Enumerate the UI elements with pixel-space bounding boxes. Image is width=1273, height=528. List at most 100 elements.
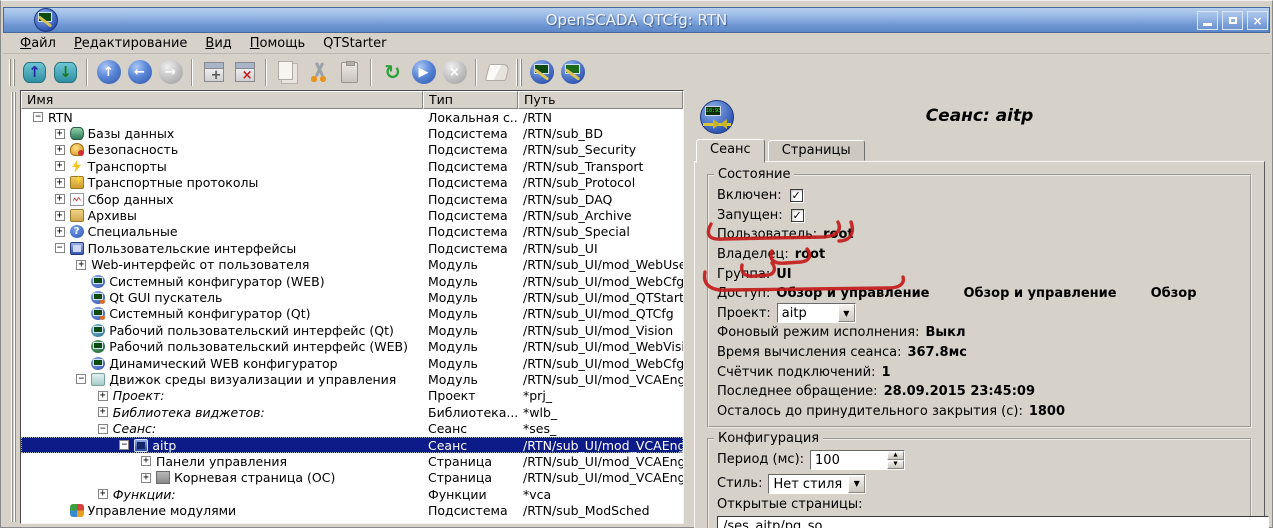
expand-icon[interactable]: + <box>55 211 65 221</box>
toolbar-button-copy-icon[interactable] <box>273 58 302 87</box>
tab-Страницы[interactable]: Страницы <box>768 140 865 161</box>
toolbar-button-manual-icon[interactable] <box>483 58 512 87</box>
tree-row[interactable]: +АрхивыПодсистема/RTN/sub_Archive <box>21 207 683 223</box>
expand-icon[interactable]: + <box>55 194 65 204</box>
checkbox[interactable]: ✓ <box>790 189 803 202</box>
menu-item-Файл[interactable]: Файл <box>11 34 65 53</box>
open-pages-textarea[interactable] <box>717 516 1269 528</box>
toolbar-button-save-icon[interactable]: ↓ <box>51 58 80 87</box>
tree-row[interactable]: Динамический WEB конфигураторМодуль/RTN/… <box>21 355 683 371</box>
chevron-down-icon[interactable]: ▼ <box>848 475 865 493</box>
period-spinbox[interactable]: 100 ▲ ▼ <box>810 450 905 470</box>
expand-icon[interactable]: + <box>55 178 65 188</box>
toolbar-button-back-icon[interactable]: ← <box>125 58 154 87</box>
toolbar-button-delete-item-icon[interactable]: × <box>230 58 259 87</box>
expand-icon[interactable]: + <box>55 227 65 237</box>
tree-row[interactable]: +Корневая страница (ОС)Страница/RTN/sub_… <box>21 470 683 486</box>
tree-cell-type: Модуль <box>423 356 518 371</box>
tree-item-label: Web-интерфейс от пользователя <box>91 257 309 272</box>
tree-row[interactable]: +Сбор данныхПодсистема/RTN/sub_DAQ <box>21 191 683 207</box>
expand-icon[interactable]: + <box>98 391 108 401</box>
menubar: ФайлРедактированиеВидПомощьQTStarter <box>3 34 1270 54</box>
forward-icon: → <box>159 60 183 84</box>
toolbar-button-qtcfg-brand-icon[interactable] <box>527 58 556 87</box>
collapse-icon[interactable]: − <box>98 424 108 434</box>
toolbar-button-paste-icon[interactable] <box>335 58 364 87</box>
style-combobox[interactable]: Нет стиля ▼ <box>768 474 866 494</box>
chevron-down-icon[interactable]: ▼ <box>838 304 855 322</box>
load-icon: ↑ <box>23 62 46 83</box>
tree-row[interactable]: +СпециальныеПодсистема/RTN/sub_Special <box>21 224 683 240</box>
tree-row[interactable]: Рабочий пользовательский интерфейс (Qt)М… <box>21 322 683 338</box>
close-button[interactable]: × <box>1247 11 1268 30</box>
page-title: Сеанс: aitp <box>692 90 1267 126</box>
tree-row[interactable]: +Панели управленияСтраница/RTN/sub_UI/mo… <box>21 453 683 469</box>
expand-icon[interactable]: + <box>76 260 86 270</box>
expand-icon[interactable]: + <box>55 129 65 139</box>
tree-row[interactable]: Qt GUI пускательМодуль/RTN/sub_UI/mod_QT… <box>21 289 683 305</box>
column-header-path[interactable]: Путь <box>518 91 683 109</box>
tree-body: −RTNЛокальная с.../RTN+Базы данныхПодсис… <box>21 109 683 523</box>
tab-Сеанс[interactable]: Сеанс <box>696 139 765 163</box>
tree-row[interactable]: +Библиотека виджетов:Библиотека...*wlb_ <box>21 404 683 420</box>
tree-row[interactable]: −Сеанс:Сеанс*ses_ <box>21 420 683 436</box>
add-item-icon: + <box>204 62 224 82</box>
tree-item-label: Корневая страница (ОС) <box>174 470 335 485</box>
tree-row[interactable]: Рабочий пользовательский интерфейс (WEB)… <box>21 338 683 354</box>
toolbar-handle[interactable] <box>516 59 523 86</box>
tree-row[interactable]: +ТранспортыПодсистема/RTN/sub_Transport <box>21 158 683 174</box>
tree-row[interactable]: +Web-интерфейс от пользователяМодуль/RTN… <box>21 257 683 273</box>
expand-icon[interactable]: + <box>141 456 151 466</box>
tree-row[interactable]: +БезопасностьПодсистема/RTN/sub_Security <box>21 142 683 158</box>
toolbar-button-load-icon[interactable]: ↑ <box>20 58 49 87</box>
tree-row[interactable]: +Проект:Проект*prj_ <box>21 388 683 404</box>
project-combobox[interactable]: aitp ▼ <box>777 303 856 323</box>
toolbar-button-add-item-icon[interactable]: + <box>199 58 228 87</box>
collapse-icon[interactable]: − <box>119 440 129 450</box>
expand-icon[interactable]: + <box>141 473 151 483</box>
expand-icon[interactable]: + <box>55 161 65 171</box>
tree-row[interactable]: −aitpСеанс/RTN/sub_UI/mod_VCAEngi <box>21 437 683 453</box>
tree-item-label: Рабочий пользовательский интерфейс (WEB) <box>109 339 408 354</box>
menu-item-Помощь[interactable]: Помощь <box>241 34 314 53</box>
expand-icon[interactable]: + <box>98 407 108 417</box>
spin-up-icon[interactable]: ▲ <box>887 451 904 460</box>
tree-row[interactable]: −Пользовательские интерфейсыПодсистема/R… <box>21 240 683 256</box>
toolbar-button-qtstarter-brand-icon[interactable] <box>558 58 587 87</box>
column-header-name[interactable]: Имя <box>21 91 423 109</box>
menu-item-Вид[interactable]: Вид <box>196 34 240 53</box>
expand-icon[interactable]: + <box>55 145 65 155</box>
tree-row[interactable]: −RTNЛокальная с.../RTN <box>21 109 683 125</box>
window-title: OpenSCADA QTCfg: RTN <box>4 11 1269 29</box>
menu-item-Редактирование[interactable]: Редактирование <box>65 34 196 53</box>
minimize-button[interactable] <box>1197 11 1218 30</box>
info-row: Осталось до принудительного закрытия (с)… <box>717 402 1242 422</box>
tree-cell-path: /RTN/sub_BD <box>518 126 683 141</box>
spin-down-icon[interactable]: ▼ <box>887 460 904 469</box>
expand-icon[interactable]: + <box>98 489 108 499</box>
toolbar-handle[interactable] <box>9 59 16 86</box>
splitter-handle[interactable] <box>11 92 17 522</box>
tree-row[interactable]: Управление модулямиПодсистема/RTN/sub_Mo… <box>21 502 683 518</box>
toolbar-button-stop-icon[interactable]: × <box>440 58 469 87</box>
tree-row[interactable]: +Транспортные протоколыПодсистема/RTN/su… <box>21 175 683 191</box>
collapse-icon[interactable]: − <box>33 112 43 122</box>
maximize-button[interactable] <box>1222 11 1243 30</box>
toolbar-button-forward-icon[interactable]: → <box>156 58 185 87</box>
tree-row[interactable]: +Базы данныхПодсистема/RTN/sub_BD <box>21 125 683 141</box>
tree-row[interactable]: Системный конфигуратор (WEB)Модуль/RTN/s… <box>21 273 683 289</box>
tree-row[interactable]: +Функции:Функции*vca <box>21 486 683 502</box>
toolbar-button-cut-icon[interactable] <box>304 58 333 87</box>
toolbar-button-up-level-icon[interactable]: ↑ <box>94 58 123 87</box>
project-label: Проект: <box>717 306 771 321</box>
menu-item-QTStarter[interactable]: QTStarter <box>314 34 395 53</box>
tree-row[interactable]: Системный конфигуратор (Qt)Модуль/RTN/su… <box>21 306 683 322</box>
toolbar-button-refresh-icon[interactable]: ↻ <box>378 58 407 87</box>
tree-row[interactable]: −Движок среды визуализации и управленияМ… <box>21 371 683 387</box>
column-header-type[interactable]: Тип <box>423 91 518 109</box>
toolbar-button-start-icon[interactable]: ▶ <box>409 58 438 87</box>
collapse-icon[interactable]: − <box>55 243 65 253</box>
checkbox[interactable]: ✓ <box>791 209 804 222</box>
collapse-icon[interactable]: − <box>76 374 86 384</box>
period-value[interactable]: 100 <box>811 451 887 469</box>
